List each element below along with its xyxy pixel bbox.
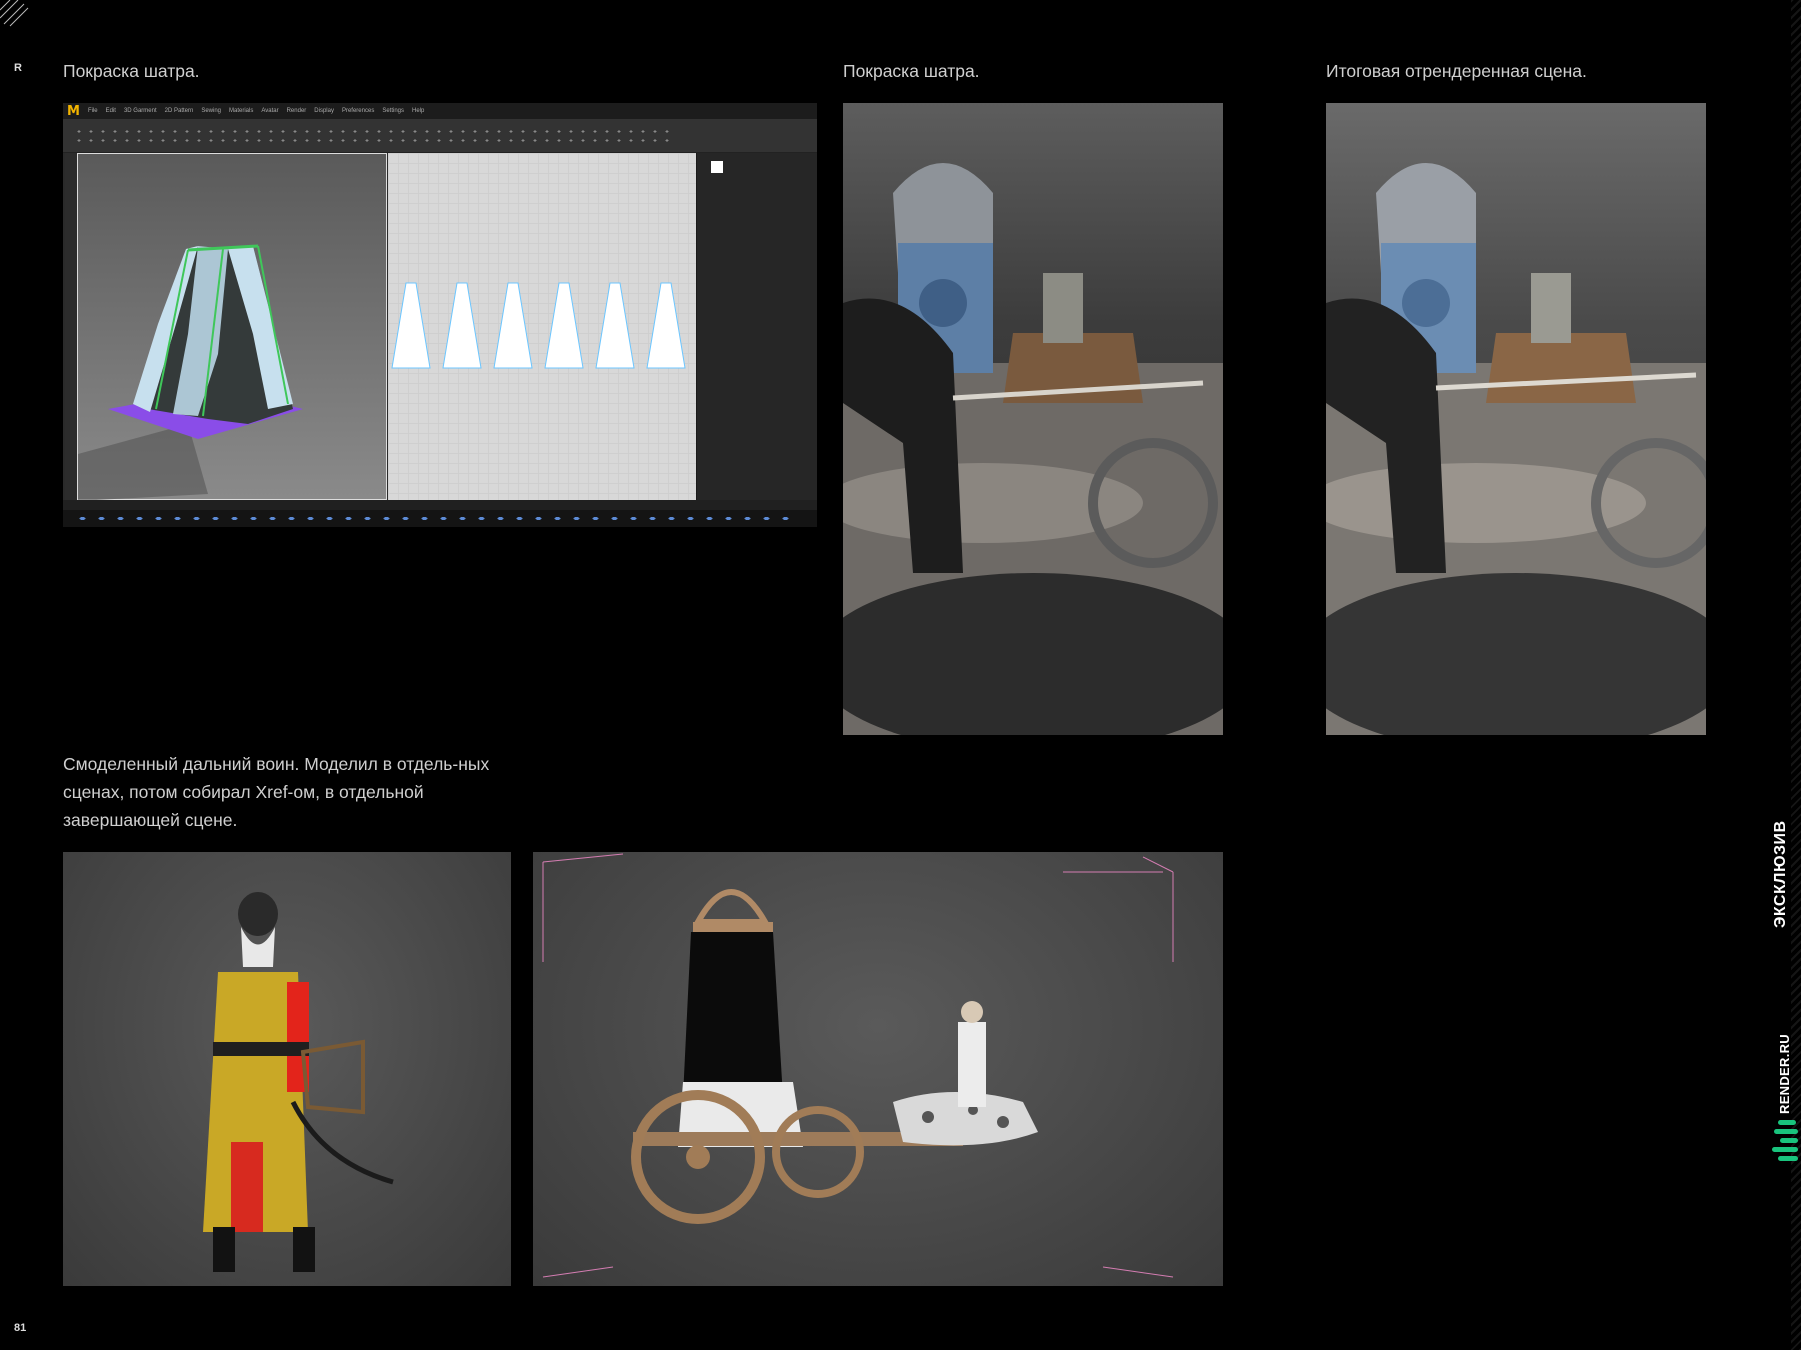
side-label-brand: RENDER.RU	[1777, 1034, 1792, 1114]
cart-model-illustration	[542, 853, 1174, 1278]
warrior-model-illustration	[203, 892, 394, 1272]
final-render-scene-illustration	[1326, 103, 1706, 735]
final-render-image	[1326, 103, 1706, 735]
caption-warrior: Смоделенный дальний воин. Моделил в отде…	[63, 754, 490, 830]
side-label-exclusive: ЭКСКЛЮЗИВ	[1772, 820, 1789, 928]
software-property-panel	[696, 153, 817, 500]
software-3d-view	[77, 153, 387, 501]
toolbar-icons	[73, 127, 673, 145]
caption-painting: Покраска шатра.	[843, 61, 980, 81]
software-statusbar	[63, 500, 817, 510]
corner-mark: R	[14, 62, 22, 74]
tent-pattern-pieces	[391, 282, 686, 369]
page-number: 81	[14, 1322, 27, 1334]
software-toolbar	[63, 119, 817, 153]
caption-software: Покраска шатра.	[63, 61, 200, 81]
material-swatch	[711, 161, 723, 173]
software-menubar: M File Edit 3D Garment 2D Pattern Sewing…	[63, 103, 817, 119]
menu-item: 3D Garment	[123, 108, 157, 114]
menu-item: Edit	[105, 108, 116, 114]
menu-item: File	[87, 108, 98, 114]
taskbar-icons	[73, 514, 793, 523]
cart-3d-viewport	[533, 852, 1223, 1286]
software-tool-strip	[65, 153, 77, 500]
menu-item: Sewing	[201, 108, 222, 114]
render-scene-illustration	[843, 103, 1223, 735]
menu-item: Avatar	[261, 108, 279, 114]
windows-taskbar	[63, 510, 817, 527]
corner-lines-icon	[0, 0, 29, 27]
menu-item: Display	[314, 108, 334, 114]
software-2d-pattern-view	[388, 153, 696, 500]
warrior-3d-viewport	[63, 852, 511, 1286]
caption-final-render: Итоговая отрендеренная сцена.	[1326, 61, 1587, 81]
software-screenshot: M File Edit 3D Garment 2D Pattern Sewing…	[63, 103, 817, 527]
menu-item: Preferences	[341, 108, 375, 114]
render-painting-image	[843, 103, 1223, 735]
menu-item: Materials	[229, 108, 254, 114]
logo-m-icon: M	[67, 103, 80, 119]
brand-logo-icon	[1772, 1120, 1798, 1161]
menu-item: Render	[286, 108, 307, 114]
tent-3d-model	[78, 244, 303, 501]
menu-item: Help	[412, 108, 425, 114]
menu-item: Settings	[382, 108, 405, 114]
menu-item: 2D Pattern	[164, 108, 194, 114]
